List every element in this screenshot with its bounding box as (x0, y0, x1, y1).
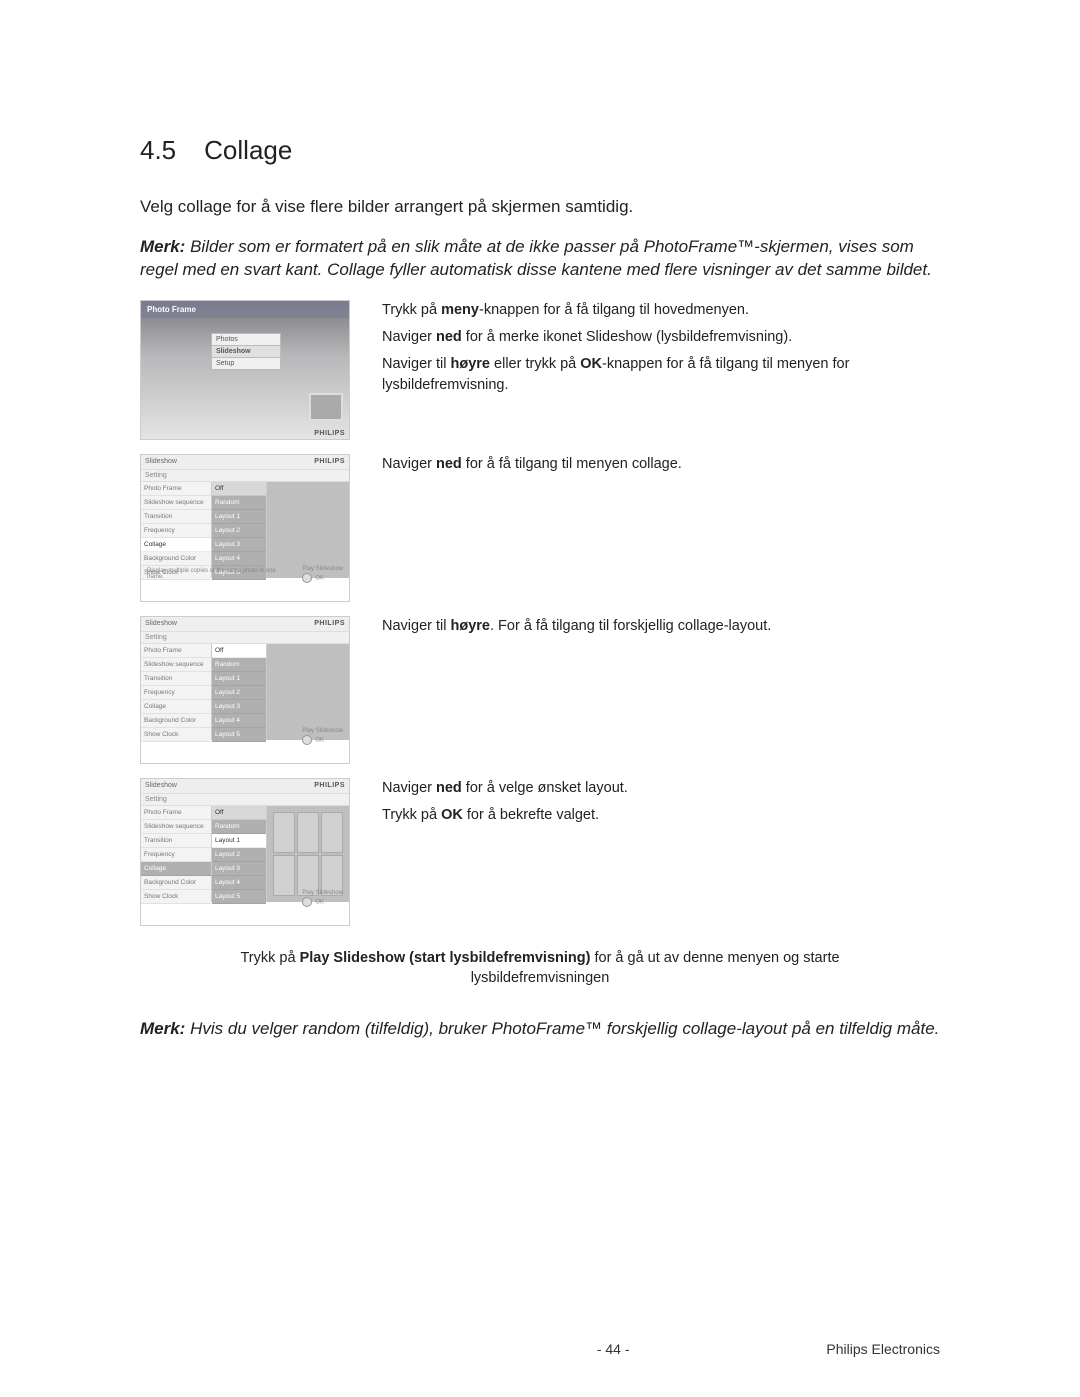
thumbnail-icon (309, 393, 343, 421)
note-1: Merk: Bilder som er formatert på en slik… (140, 236, 940, 282)
step-4-text: Naviger ned for å velge ønsket layout. T… (382, 778, 940, 940)
note-2: Merk: Hvis du velger random (tilfeldig),… (140, 1018, 940, 1041)
center-note: Trykk på Play Slideshow (start lysbildef… (200, 948, 880, 989)
note-text: Bilder som er formatert på en slik måte … (140, 237, 932, 279)
step-2-text: Naviger ned for å få tilgang til menyen … (382, 454, 940, 616)
screenshot-main-menu: Photo Frame Photos Slideshow Setup PHILI… (140, 300, 350, 440)
screenshot-collage-menu: SlideshowPHILIPS Setting Photo Frame Sli… (140, 454, 350, 602)
section-heading: 4.5 Collage (140, 135, 940, 166)
intro-paragraph: Velg collage for å vise flere bilder arr… (140, 196, 940, 219)
shot1-title: Photo Frame (141, 301, 349, 318)
page-footer: - 44 - Philips Electronics (0, 1341, 1080, 1357)
shot1-item-photos: Photos (211, 333, 281, 346)
note-text-2: Hvis du velger random (tilfeldig), bruke… (190, 1019, 939, 1038)
step-1-text: Trykk på meny-knappen for å få tilgang t… (382, 300, 940, 454)
brand-label: PHILIPS (314, 430, 345, 437)
screenshot-layout-preview: SlideshowPHILIPS Setting Photo Frame Sli… (140, 778, 350, 926)
note-label: Merk: (140, 237, 185, 256)
note-label-2: Merk: (140, 1019, 185, 1038)
shot1-item-setup: Setup (211, 358, 281, 370)
section-number: 4.5 (140, 135, 176, 166)
section-title: Collage (204, 135, 292, 165)
step-3-text: Naviger til høyre. For å få tilgang til … (382, 616, 940, 778)
steps-table: Photo Frame Photos Slideshow Setup PHILI… (140, 300, 940, 940)
shot1-item-slideshow: Slideshow (211, 346, 281, 358)
screenshot-layout-list: SlideshowPHILIPS Setting Photo Frame Sli… (140, 616, 350, 764)
manual-page: 4.5 Collage Velg collage for å vise flere… (0, 0, 1080, 1397)
collage-layout-preview (273, 812, 343, 896)
footer-company: Philips Electronics (826, 1341, 940, 1357)
page-number: - 44 - (597, 1341, 630, 1357)
